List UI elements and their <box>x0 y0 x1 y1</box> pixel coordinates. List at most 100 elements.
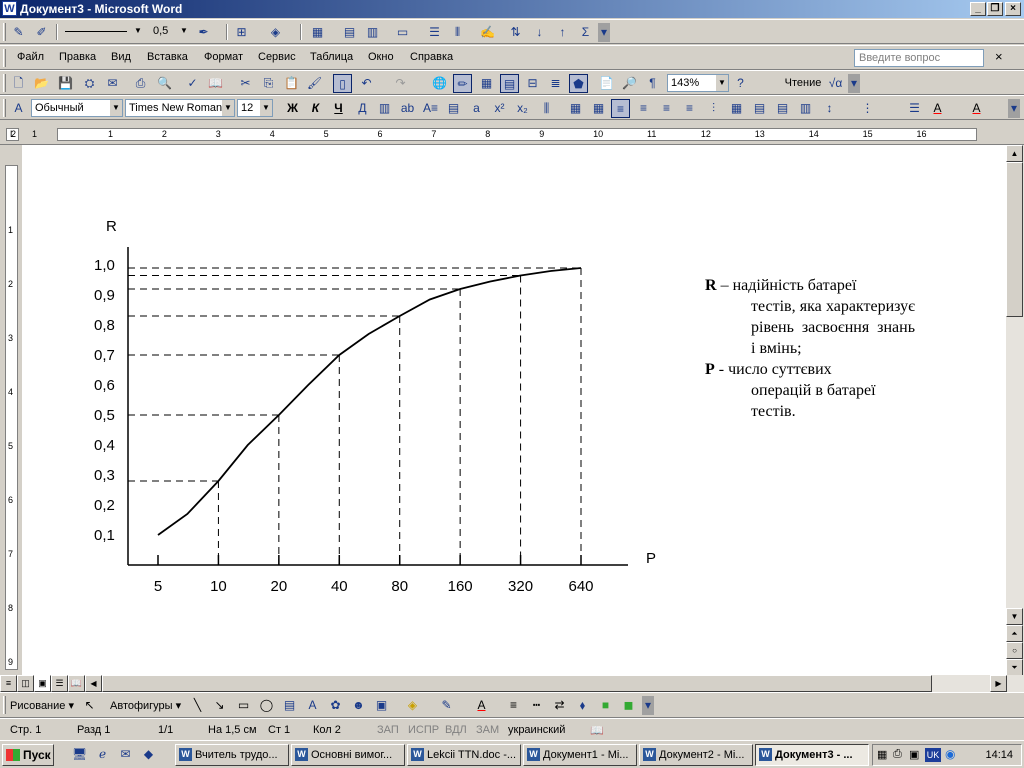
drawing-icon[interactable]: ⬟ <box>569 74 588 93</box>
research-icon[interactable]: 📖 <box>206 74 225 93</box>
permission-icon[interactable]: ⛭ <box>80 74 99 93</box>
read-button[interactable]: Чтение <box>762 74 830 93</box>
task-button[interactable]: W Документ2 - Mi... <box>639 744 753 766</box>
font-size-select[interactable]: 12 ▼ <box>237 99 273 117</box>
tray-app-icon[interactable]: ▣ <box>909 748 919 761</box>
vertical-ruler[interactable]: 1 2 3 4 5 6 7 8 9 <box>0 145 22 675</box>
italic-button[interactable]: К <box>306 99 325 118</box>
draw-menu[interactable]: Рисование ▾ <box>10 697 74 715</box>
phonetic-icon[interactable]: a <box>467 99 486 118</box>
scroll-left-button[interactable]: ◀ <box>85 675 102 692</box>
toolbar-grip[interactable] <box>3 23 6 41</box>
scroll-right-button[interactable]: ▶ <box>990 675 1007 692</box>
spelling-status-icon[interactable]: 📖 <box>590 724 604 737</box>
styles-icon[interactable]: A <box>9 99 28 118</box>
hyperlink-icon[interactable]: 🌐 <box>430 74 449 93</box>
shadow-style-icon[interactable]: ⬧ <box>573 696 592 715</box>
tables-borders-icon[interactable]: ✏ <box>453 74 472 93</box>
zoom-select[interactable]: 143% ▼ <box>667 74 729 92</box>
normal-view-button[interactable]: ≡ <box>0 675 17 692</box>
print-preview-icon[interactable]: 🔍 <box>155 74 174 93</box>
clipart-icon[interactable]: ☻ <box>349 696 368 715</box>
print-view-button[interactable]: ▣ <box>34 675 51 692</box>
outline-view-button[interactable]: ☰ <box>51 675 68 692</box>
toolbar-grip[interactable] <box>3 696 6 714</box>
sort-ascending-icon[interactable]: ↓ <box>530 23 549 42</box>
highlight-icon[interactable]: A <box>928 99 947 118</box>
status-extend[interactable]: ВДЛ <box>445 724 467 736</box>
email-icon[interactable]: ✉ <box>103 74 122 93</box>
merge-cells-icon[interactable]: ▤ <box>340 23 359 42</box>
document-map2-icon[interactable]: 🔎 <box>620 74 639 93</box>
borders-icon[interactable]: ⊞ <box>232 23 251 42</box>
arrow-icon[interactable]: ↘ <box>210 696 229 715</box>
autosum-icon[interactable]: Σ <box>576 23 595 42</box>
toolbar-options-icon[interactable]: ▾ <box>598 23 610 42</box>
close-document-icon[interactable]: × <box>995 49 1003 64</box>
menu-view[interactable]: Вид <box>111 51 131 63</box>
paste-icon[interactable]: 📋 <box>282 74 301 93</box>
table-a-icon[interactable]: ▦ <box>566 99 585 118</box>
status-overtype[interactable]: ЗАМ <box>476 724 499 736</box>
font-color-draw-icon[interactable]: A <box>472 696 491 715</box>
save-icon[interactable]: 💾 <box>56 74 75 93</box>
new-document-icon[interactable]: 🗋 <box>9 74 28 93</box>
shadow-icon[interactable]: ■ <box>596 696 615 715</box>
status-record[interactable]: ЗАП <box>377 724 399 736</box>
task-button[interactable]: W Lekcii TTN.doc -... <box>407 744 521 766</box>
open-icon[interactable]: 📂 <box>32 74 51 93</box>
restore-button[interactable]: ❐ <box>987 2 1003 16</box>
subscript-icon[interactable]: x₂ <box>513 99 532 118</box>
insert-excel-icon[interactable]: ▤ <box>500 74 519 93</box>
picture-icon[interactable]: ▣ <box>372 696 391 715</box>
sort-descending-icon[interactable]: ↑ <box>553 23 572 42</box>
quicklaunch-outlook-icon[interactable]: ✉ <box>116 745 135 764</box>
char-shading-icon[interactable]: ▤ <box>444 99 463 118</box>
previous-page-button[interactable]: ⏶ <box>1006 625 1023 642</box>
split-cells-icon[interactable]: ▥ <box>363 23 382 42</box>
scroll-up-button[interactable]: ▲ <box>1006 145 1023 162</box>
cell-a-icon[interactable]: ▦ <box>727 99 746 118</box>
insert-table-icon[interactable]: ▦ <box>477 74 496 93</box>
dash-style-icon[interactable]: ┅ <box>527 696 546 715</box>
line-style-select[interactable]: ▼ <box>62 23 144 41</box>
font-color-icon[interactable]: A <box>967 99 986 118</box>
toolbar-options-icon[interactable]: ▾ <box>848 74 860 93</box>
underline-button[interactable]: Ч <box>329 99 348 118</box>
distribute-columns-icon[interactable]: ⫴ <box>448 23 467 42</box>
fill-color-icon[interactable]: ◈ <box>403 696 422 715</box>
bullets-icon[interactable]: ☰ <box>905 99 924 118</box>
toolbar-options-icon[interactable]: ▾ <box>642 696 654 715</box>
shading-icon[interactable]: ◈ <box>266 23 285 42</box>
autoshapes-menu[interactable]: Автофигуры ▾ <box>110 697 181 715</box>
equation-icon[interactable]: √α <box>826 74 845 93</box>
oval-icon[interactable]: ◯ <box>257 696 276 715</box>
document-page[interactable]: R P 0,1 0,2 0,3 0,4 0,5 0,6 0,7 0,8 0,9 1,0 5 10 20 40 8… <box>22 145 1006 675</box>
horizontal-ruler[interactable]: L 1 2 1 2 3 4 5 6 7 8 9 10 11 12 13 14 15 16 <box>0 125 1024 145</box>
text-direction-icon[interactable]: ⇅ <box>506 23 525 42</box>
font-select[interactable]: Times New Roman ▼ <box>125 99 235 117</box>
rectangle-icon[interactable]: ▭ <box>234 696 253 715</box>
border-color-icon[interactable]: ✒ <box>194 23 213 42</box>
toolbar-grip[interactable] <box>3 74 6 92</box>
quicklaunch-ie-icon[interactable]: ℯ <box>93 745 112 764</box>
vertical-scrollbar[interactable]: ▲ ▼ ⏶ ○ ⏷ <box>1006 145 1024 676</box>
numbering-icon[interactable]: ⋮ <box>858 99 877 118</box>
superscript-ab-icon[interactable]: ab <box>398 99 417 118</box>
undo-icon[interactable]: ↶ <box>357 74 376 93</box>
table-b-icon[interactable]: ▦ <box>589 99 608 118</box>
menu-tools[interactable]: Сервис <box>258 51 296 63</box>
cell-b-icon[interactable]: ▤ <box>750 99 769 118</box>
next-page-button[interactable]: ⏷ <box>1006 659 1023 676</box>
double-underline-icon[interactable]: Д <box>353 99 372 118</box>
cell-c-icon[interactable]: ▤ <box>773 99 792 118</box>
bold-button[interactable]: Ж <box>283 99 302 118</box>
language-indicator[interactable]: UK <box>925 748 941 762</box>
browse-object-button[interactable]: ○ <box>1006 642 1023 659</box>
textbox-icon[interactable]: ▤ <box>280 696 299 715</box>
align-left-icon[interactable]: ≡ <box>611 99 630 118</box>
task-button[interactable]: W Документ1 - Mi... <box>523 744 637 766</box>
distribute-rows-icon[interactable]: ☰ <box>425 23 444 42</box>
ask-question-input[interactable]: Введите вопрос <box>854 49 984 67</box>
menu-format[interactable]: Формат <box>204 51 243 63</box>
